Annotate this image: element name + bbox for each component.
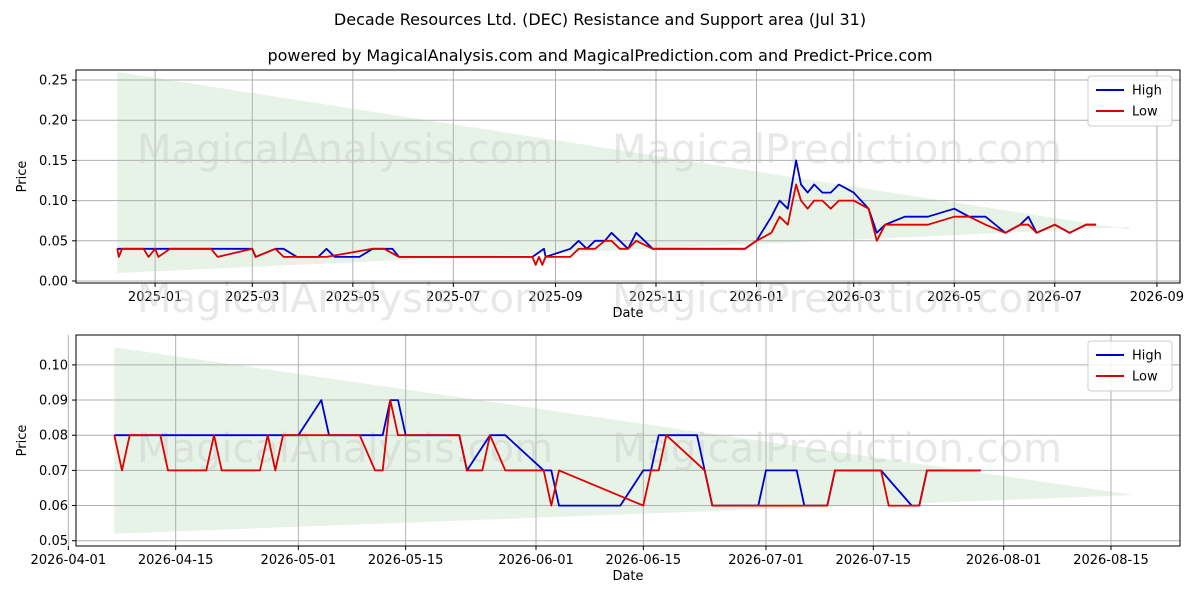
x-tick-label: 2026-04-01 <box>31 553 107 568</box>
y-tick-label: 0.10 <box>39 194 68 209</box>
y-tick-label: 0.05 <box>39 234 68 249</box>
y-tick-label: 0.10 <box>39 358 68 373</box>
y-tick-label: 0.09 <box>39 394 68 409</box>
x-tick-label: 2026-09 <box>1130 290 1184 305</box>
x-tick-label: 2026-04-15 <box>138 553 214 568</box>
x-tick-label: 2026-08-01 <box>966 553 1042 568</box>
x-tick-label: 2026-05-15 <box>368 553 444 568</box>
y-axis-label: Price <box>15 425 30 457</box>
panel-1: 2025-01 2025-03 2025-05 2025-07 2025-09 2025-… <box>15 69 1184 322</box>
x-tick-label: 2026-06-01 <box>498 553 574 568</box>
x-tick-label: 2026-05-01 <box>261 553 337 568</box>
y-tick-label: 0.08 <box>39 429 68 444</box>
y-tick-label: 0.00 <box>39 274 68 289</box>
y-tick-label: 0.25 <box>39 74 68 89</box>
watermark: MagicalAnalysis.com <box>137 127 553 173</box>
legend-label-high: High <box>1132 349 1162 364</box>
chart-svg: 2025-01 2025-03 2025-05 2025-07 2025-09 2025-… <box>15 69 1184 584</box>
x-tick-label: 2026-08-15 <box>1073 553 1149 568</box>
panel-2: 2026-04-01 2026-04-15 2026-05-01 2026-05-15… <box>15 334 1181 584</box>
y-tick-label: 0.06 <box>39 499 68 514</box>
y-tick-label: 0.20 <box>39 114 68 129</box>
legend-label-low: Low <box>1132 105 1158 120</box>
y-tick-label: 0.05 <box>39 534 68 549</box>
chart-figure: Decade Resources Ltd. (DEC) Resistance a… <box>0 0 1200 600</box>
watermark: MagicalPrediction.com <box>612 426 1062 472</box>
x-axis-label: Date <box>612 569 643 584</box>
legend-label-low: Low <box>1132 370 1158 385</box>
x-tick-label: 2026-06-15 <box>606 553 682 568</box>
y-axis-label: Price <box>15 161 30 193</box>
y-tick-label: 0.15 <box>39 154 68 169</box>
y-tick-label: 0.07 <box>39 464 68 479</box>
watermark: MagicalAnalysis.com <box>137 426 553 472</box>
watermark: MagicalPrediction.com <box>612 127 1062 173</box>
legend-label-high: High <box>1132 84 1162 99</box>
x-axis-label: Date <box>612 306 643 321</box>
x-tick-label: 2026-07-15 <box>836 553 912 568</box>
x-tick-label: 2026-07-01 <box>728 553 804 568</box>
